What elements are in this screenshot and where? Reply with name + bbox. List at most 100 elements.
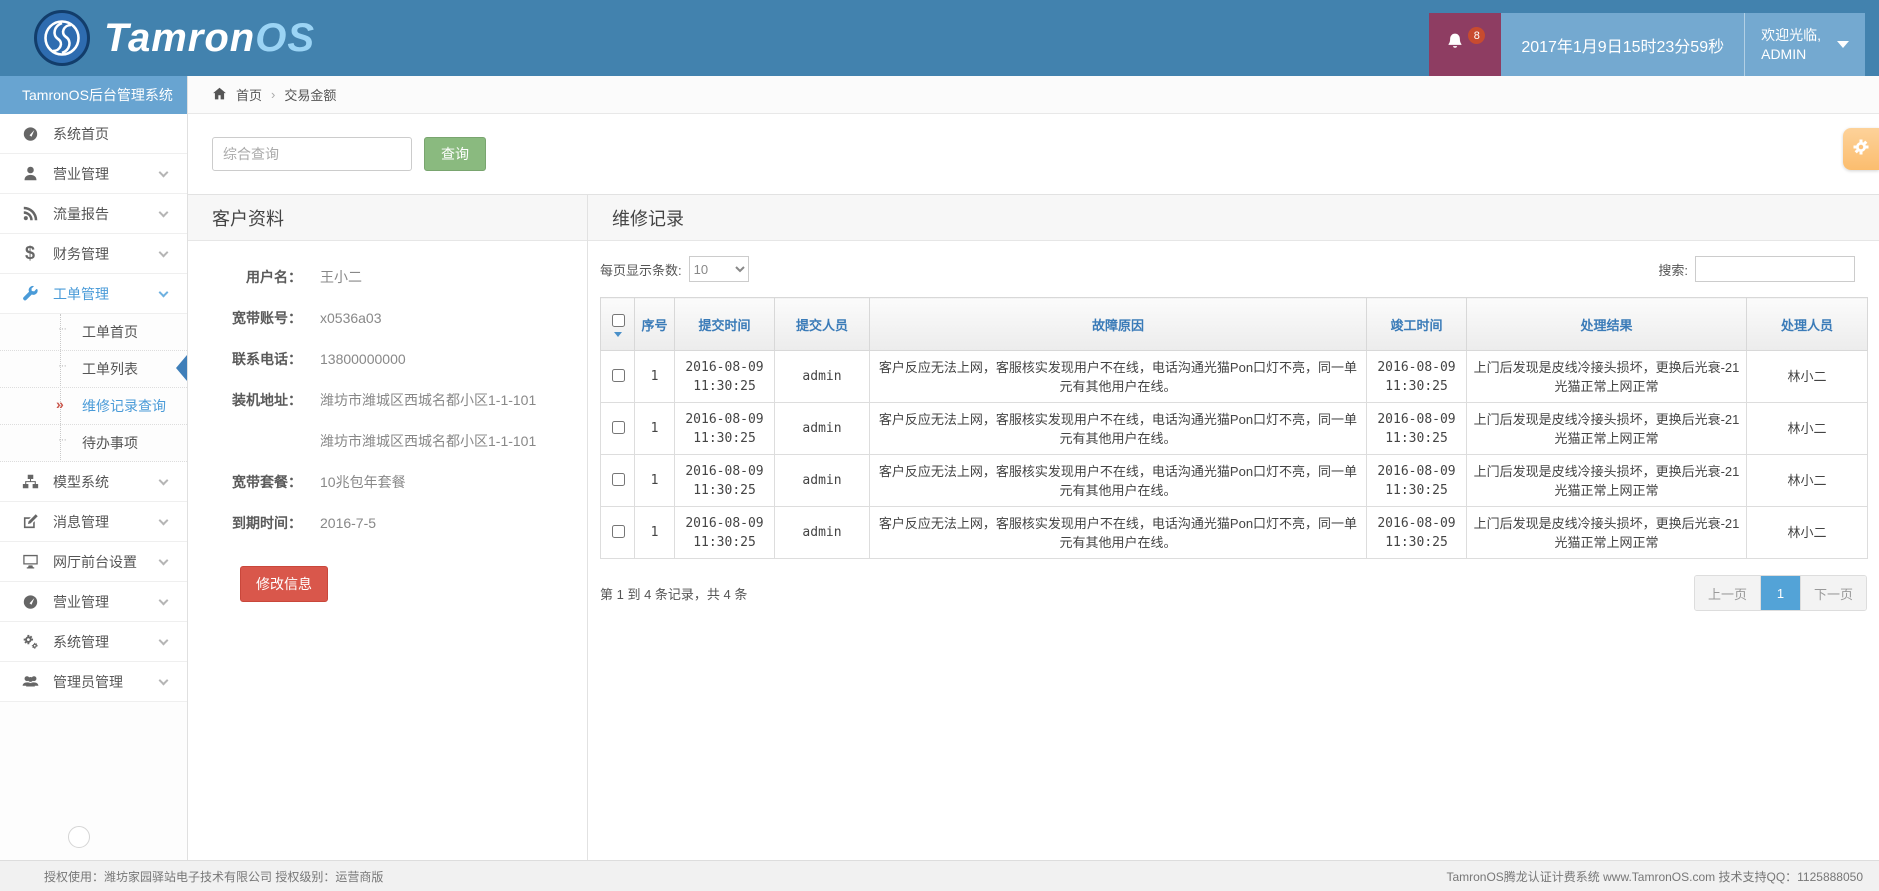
col-header-cause[interactable]: 故障原因	[870, 298, 1367, 351]
user-menu[interactable]: 欢迎光临, ADMIN	[1744, 13, 1865, 76]
col-header-submitter[interactable]: 提交人员	[775, 298, 870, 351]
caret-down-icon	[614, 332, 622, 337]
cell-num: 1	[635, 507, 675, 559]
footer-license-text: 授权使用：潍坊家园驿站电子技术有限公司 授权级别：运营商版	[44, 868, 383, 885]
brand-primary: Tamron	[104, 16, 255, 60]
sidebar-subitem-repair-record-query[interactable]: » 维修记录查询	[0, 388, 187, 425]
brand-area: TamronOS	[0, 0, 315, 76]
welcome-greeting: 欢迎光临,	[1761, 26, 1821, 45]
chevron-down-icon	[159, 208, 169, 218]
search-input[interactable]	[212, 137, 412, 171]
cell-num: 1	[635, 351, 675, 403]
sidebar-item-finance-mgmt[interactable]: $ 财务管理	[0, 234, 187, 274]
footer-support-text: TamronOS腾龙认证计费系统 www.TamronOS.com 技术支持QQ…	[1446, 868, 1863, 885]
sidebar: TamronOS后台管理系统 系统首页 营业管理 流量报告 $ 财务管理	[0, 76, 188, 860]
chevron-down-icon	[159, 168, 169, 178]
page-size-control: 每页显示条数: 10	[600, 256, 749, 282]
sidebar-item-message-mgmt[interactable]: 消息管理	[0, 502, 187, 542]
cell-result: 上门后发现是皮线冷接头损坏，更换后光衰-21光猫正常上网正常	[1467, 403, 1747, 455]
col-header-result[interactable]: 处理结果	[1467, 298, 1747, 351]
panels: 客户资料 用户名： 王小二 宽带账号： x0536a03 联系电话： 13800…	[188, 194, 1879, 860]
query-button[interactable]: 查询	[424, 137, 486, 171]
chevron-down-icon	[159, 516, 169, 526]
dashboard-icon	[18, 125, 42, 142]
sidebar-item-business-mgmt[interactable]: 营业管理	[0, 154, 187, 194]
chevron-down-icon	[159, 596, 169, 606]
brand-secondary: OS	[255, 16, 315, 60]
cell-finish-time: 2016-08-09 11:30:25	[1367, 403, 1467, 455]
table-footer-row: 第 1 到 4 条记录，共 4 条 上一页 1 下一页	[588, 559, 1879, 611]
rss-icon	[18, 205, 42, 222]
col-header-num[interactable]: 序号	[635, 298, 675, 351]
pagination-page-1[interactable]: 1	[1761, 576, 1801, 610]
dashboard-icon	[18, 593, 42, 610]
tree-dots-icon: ···	[58, 360, 66, 372]
records-panel-title: 维修记录	[588, 195, 1879, 241]
select-all-checkbox[interactable]	[612, 314, 625, 327]
sidebar-item-system-home[interactable]: 系统首页	[0, 114, 187, 154]
col-header-submit-time[interactable]: 提交时间	[675, 298, 775, 351]
notifications-button[interactable]: 8	[1429, 13, 1501, 76]
cell-cause: 客户反应无法上网，客服核实发现用户不在线，电话沟通光猫Pon口灯不亮，同一单元有…	[870, 351, 1367, 403]
datetime-display: 2017年1月9日15时23分59秒	[1501, 13, 1744, 76]
cell-submitter: admin	[775, 507, 870, 559]
notification-badge: 8	[1468, 27, 1485, 44]
repair-records-panel: 维修记录 每页显示条数: 10 搜索:	[588, 195, 1879, 860]
table-row: 1 2016-08-09 11:30:25 admin 客户反应无法上网，客服核…	[601, 507, 1868, 559]
sidebar-item-business-mgmt-2[interactable]: 营业管理	[0, 582, 187, 622]
col-header-handler[interactable]: 处理人员	[1747, 298, 1868, 351]
sidebar-title: TamronOS后台管理系统	[0, 76, 187, 114]
sidebar-item-model-system[interactable]: 模型系统	[0, 462, 187, 502]
pagination-next-button[interactable]: 下一页	[1801, 576, 1866, 610]
cell-cause: 客户反应无法上网，客服核实发现用户不在线，电话沟通光猫Pon口灯不亮，同一单元有…	[870, 403, 1367, 455]
page-size-select[interactable]: 10	[689, 256, 749, 282]
sidebar-subitem-todo-items[interactable]: ··· 待办事项	[0, 425, 187, 462]
chevron-down-icon	[159, 476, 169, 486]
table-search-control: 搜索:	[1658, 256, 1867, 282]
breadcrumb-home[interactable]: 首页	[236, 85, 262, 104]
cell-finish-time: 2016-08-09 11:30:25	[1367, 351, 1467, 403]
cell-submit-time: 2016-08-09 11:30:25	[675, 351, 775, 403]
breadcrumb-current: 交易金额	[284, 85, 336, 104]
sidebar-item-system-mgmt[interactable]: 系统管理	[0, 622, 187, 662]
field-install-address-2: 潍坊市潍城区西城名都小区1-1-101	[210, 431, 587, 451]
col-header-finish-time[interactable]: 竣工时间	[1367, 298, 1467, 351]
cell-submitter: admin	[775, 351, 870, 403]
table-row: 1 2016-08-09 11:30:25 admin 客户反应无法上网，客服核…	[601, 455, 1868, 507]
row-checkbox[interactable]	[612, 369, 625, 382]
customer-panel-title: 客户资料	[188, 195, 587, 241]
logo-globe-icon	[42, 18, 82, 58]
table-row: 1 2016-08-09 11:30:25 admin 客户反应无法上网，客服核…	[601, 403, 1868, 455]
row-checkbox[interactable]	[612, 525, 625, 538]
sidebar-subitem-workorder-home[interactable]: ··· 工单首页	[0, 314, 187, 351]
sidebar-collapse-handle[interactable]	[68, 826, 90, 848]
settings-flyout-button[interactable]	[1843, 128, 1879, 170]
welcome-username: ADMIN	[1761, 45, 1821, 64]
row-checkbox[interactable]	[612, 421, 625, 434]
customer-fields: 用户名： 王小二 宽带账号： x0536a03 联系电话： 1380000000…	[188, 241, 587, 602]
wrench-icon	[18, 285, 42, 302]
caret-down-icon	[1837, 41, 1849, 48]
row-checkbox[interactable]	[612, 473, 625, 486]
sidebar-item-traffic-report[interactable]: 流量报告	[0, 194, 187, 234]
cell-handler: 林小二	[1747, 507, 1868, 559]
customer-panel: 客户资料 用户名： 王小二 宽带账号： x0536a03 联系电话： 13800…	[188, 195, 588, 860]
table-search-input[interactable]	[1695, 256, 1855, 282]
table-controls: 每页显示条数: 10 搜索:	[588, 241, 1879, 295]
logo-emblem	[34, 10, 90, 66]
select-all-header	[601, 298, 635, 351]
sidebar-item-workorder-mgmt[interactable]: 工单管理	[0, 274, 187, 314]
cell-num: 1	[635, 403, 675, 455]
chevron-down-icon	[159, 556, 169, 566]
sidebar-item-webhall-settings[interactable]: 网厅前台设置	[0, 542, 187, 582]
sidebar-subitem-workorder-list[interactable]: ··· 工单列表	[0, 351, 187, 388]
pagination-prev-button[interactable]: 上一页	[1695, 576, 1761, 610]
breadcrumb: 首页 › 交易金额	[188, 76, 1879, 114]
sidebar-item-admin-mgmt[interactable]: 管理员管理	[0, 662, 187, 702]
field-contact-phone: 联系电话： 13800000000	[210, 349, 587, 369]
table-search-label: 搜索:	[1658, 260, 1688, 279]
chevron-down-icon	[159, 248, 169, 258]
topbar-right: 8 2017年1月9日15时23分59秒 欢迎光临, ADMIN	[1429, 13, 1865, 76]
welcome-text: 欢迎光临, ADMIN	[1761, 26, 1821, 64]
edit-info-button[interactable]: 修改信息	[240, 566, 328, 602]
